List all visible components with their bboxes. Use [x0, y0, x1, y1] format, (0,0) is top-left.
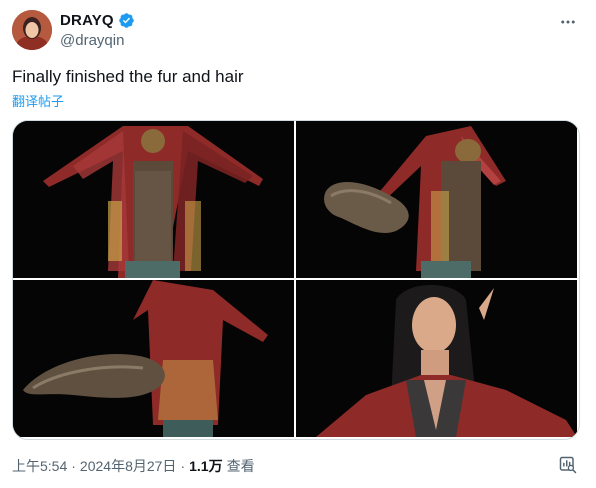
- character-portrait-render-icon: [296, 280, 577, 437]
- media-image-3[interactable]: [13, 280, 294, 437]
- views-label: 查看: [226, 458, 255, 474]
- tweet-text: Finally finished the fur and hair: [12, 67, 244, 86]
- tweet-date[interactable]: 2024年8月27日: [80, 456, 177, 476]
- verified-badge-icon: [118, 12, 135, 29]
- analytics-icon: [559, 456, 577, 474]
- author-name-row: DRAYQ: [60, 12, 135, 29]
- views-count: 1.1万: [189, 458, 223, 474]
- meta-separator: ·: [71, 458, 76, 474]
- media-image-2[interactable]: [296, 121, 577, 278]
- media-image-1[interactable]: [13, 121, 294, 278]
- character-back-tail-render-icon: [13, 280, 294, 437]
- tweet-meta: 上午5:54 · 2024年8月27日 · 1.1万 查看: [12, 456, 255, 476]
- character-side-tail-render-icon: [296, 121, 577, 278]
- meta-separator: ·: [180, 458, 186, 474]
- tweet-card: DRAYQ @drayqin Finally finished the fur …: [0, 0, 596, 488]
- media-grid: [12, 120, 580, 440]
- media-image-4[interactable]: [296, 280, 577, 437]
- more-horizontal-icon: [561, 20, 575, 24]
- author-handle[interactable]: @drayqin: [60, 32, 124, 49]
- character-front-render-icon: [13, 121, 294, 278]
- view-analytics-button[interactable]: [558, 455, 578, 475]
- tweet-time[interactable]: 上午5:54: [12, 456, 67, 476]
- more-options-button[interactable]: [556, 10, 580, 34]
- avatar[interactable]: [12, 10, 52, 50]
- translate-post-link[interactable]: 翻译帖子: [12, 91, 64, 110]
- author-display-name[interactable]: DRAYQ: [60, 12, 114, 29]
